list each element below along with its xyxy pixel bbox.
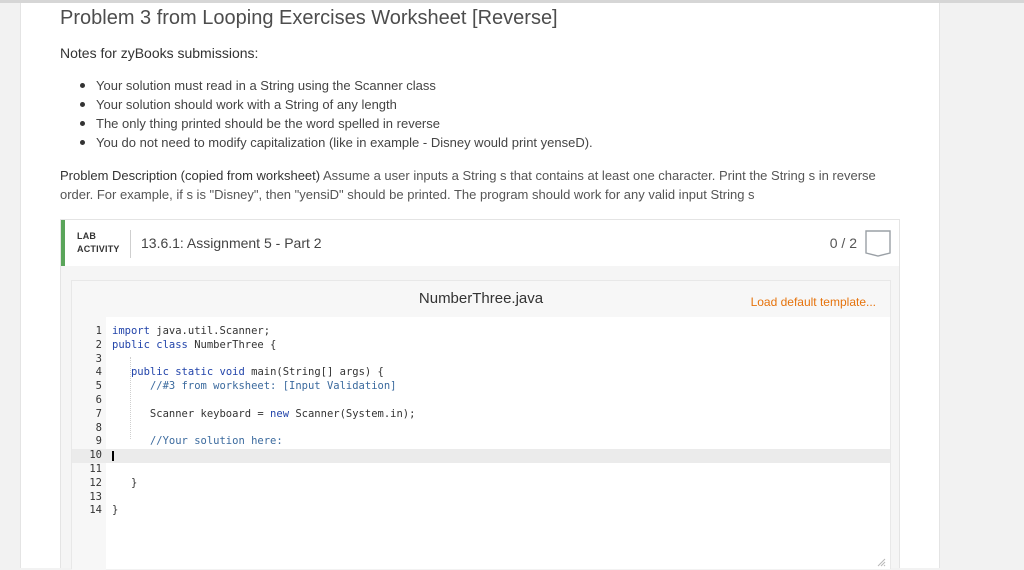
bullet-icon bbox=[80, 102, 85, 107]
code-text[interactable]: Scanner keyboard = new Scanner(System.in… bbox=[112, 408, 416, 422]
code-line[interactable]: 12 } bbox=[72, 477, 890, 491]
page-title: Problem 3 from Looping Exercises Workshe… bbox=[60, 7, 558, 29]
problem-description: Problem Description (copied from workshe… bbox=[60, 166, 890, 204]
resize-grip-icon[interactable] bbox=[876, 557, 886, 567]
page-content: Problem 3 from Looping Exercises Workshe… bbox=[20, 3, 940, 570]
lab-activity: LAB ACTIVITY 13.6.1: Assignment 5 - Part… bbox=[60, 219, 900, 570]
line-number: 5 bbox=[95, 380, 102, 393]
lab-title: 13.6.1: Assignment 5 - Part 2 bbox=[141, 235, 322, 251]
line-number: 9 bbox=[95, 435, 102, 448]
line-number: 14 bbox=[89, 504, 102, 517]
code-text[interactable]: //#3 from worksheet: [Input Validation] bbox=[112, 380, 397, 394]
code-area[interactable]: 1 import java.util.Scanner; 2 public class … bbox=[72, 325, 890, 518]
line-number: 6 bbox=[95, 393, 102, 406]
editor-header: NumberThree.java Load default template..… bbox=[72, 281, 890, 317]
code-line[interactable]: 14} bbox=[72, 504, 890, 518]
note-item: You do not need to modify capitalization… bbox=[80, 133, 593, 152]
line-number: 8 bbox=[95, 421, 102, 434]
code-line[interactable]: 10 bbox=[72, 449, 890, 463]
lab-score: 0 / 2 bbox=[829, 235, 857, 251]
code-line[interactable]: 13 bbox=[72, 491, 890, 505]
line-number: 4 bbox=[95, 366, 102, 379]
code-text[interactable]: } bbox=[112, 504, 118, 518]
text-cursor bbox=[112, 451, 114, 462]
line-number: 12 bbox=[89, 476, 102, 489]
code-line[interactable]: 2 public class NumberThree { bbox=[72, 339, 890, 353]
lab-activity-label: LAB ACTIVITY bbox=[77, 231, 120, 254]
notes-list: Your solution must read in a String usin… bbox=[60, 76, 593, 152]
code-line[interactable]: 3 bbox=[72, 353, 890, 367]
code-text[interactable]: //Your solution here: bbox=[112, 435, 283, 449]
line-number: 2 bbox=[95, 338, 102, 351]
note-item: Your solution must read in a String usin… bbox=[80, 76, 593, 95]
code-text[interactable]: import java.util.Scanner; bbox=[112, 325, 270, 339]
code-line[interactable]: 9 //Your solution here: bbox=[72, 435, 890, 449]
description-lead: Problem Description (copied from workshe… bbox=[60, 168, 321, 183]
code-text[interactable]: public static void main(String[] args) { bbox=[112, 366, 384, 380]
notes-heading: Notes for zyBooks submissions: bbox=[60, 45, 259, 61]
code-line[interactable]: 8 bbox=[72, 422, 890, 436]
bullet-icon bbox=[80, 83, 85, 88]
line-number: 10 bbox=[89, 449, 102, 462]
note-item: Your solution should work with a String … bbox=[80, 95, 593, 114]
line-number: 13 bbox=[89, 490, 102, 503]
note-item: The only thing printed should be the wor… bbox=[80, 114, 593, 133]
code-line[interactable]: 4 public static void main(String[] args)… bbox=[72, 366, 890, 380]
code-line[interactable]: 5 //#3 from worksheet: [Input Validation… bbox=[72, 380, 890, 394]
bullet-icon bbox=[80, 140, 85, 145]
code-text[interactable]: } bbox=[112, 477, 137, 491]
line-number: 11 bbox=[89, 462, 102, 475]
line-number: 1 bbox=[95, 325, 102, 337]
code-text[interactable]: public class NumberThree { bbox=[112, 339, 276, 353]
code-line[interactable]: 6 bbox=[72, 394, 890, 408]
code-line[interactable]: 7 Scanner keyboard = new Scanner(System.… bbox=[72, 408, 890, 422]
bullet-icon bbox=[80, 121, 85, 126]
code-line[interactable]: 1 import java.util.Scanner; bbox=[72, 325, 890, 339]
code-editor[interactable]: NumberThree.java Load default template..… bbox=[71, 280, 891, 570]
completion-checkbox-icon bbox=[865, 230, 891, 257]
line-number: 7 bbox=[95, 407, 102, 420]
lab-divider bbox=[130, 230, 131, 258]
lab-header: LAB ACTIVITY 13.6.1: Assignment 5 - Part… bbox=[61, 220, 899, 266]
code-line[interactable]: 11 bbox=[72, 463, 890, 477]
load-default-template-link[interactable]: Load default template... bbox=[751, 295, 876, 309]
line-number: 3 bbox=[95, 352, 102, 365]
